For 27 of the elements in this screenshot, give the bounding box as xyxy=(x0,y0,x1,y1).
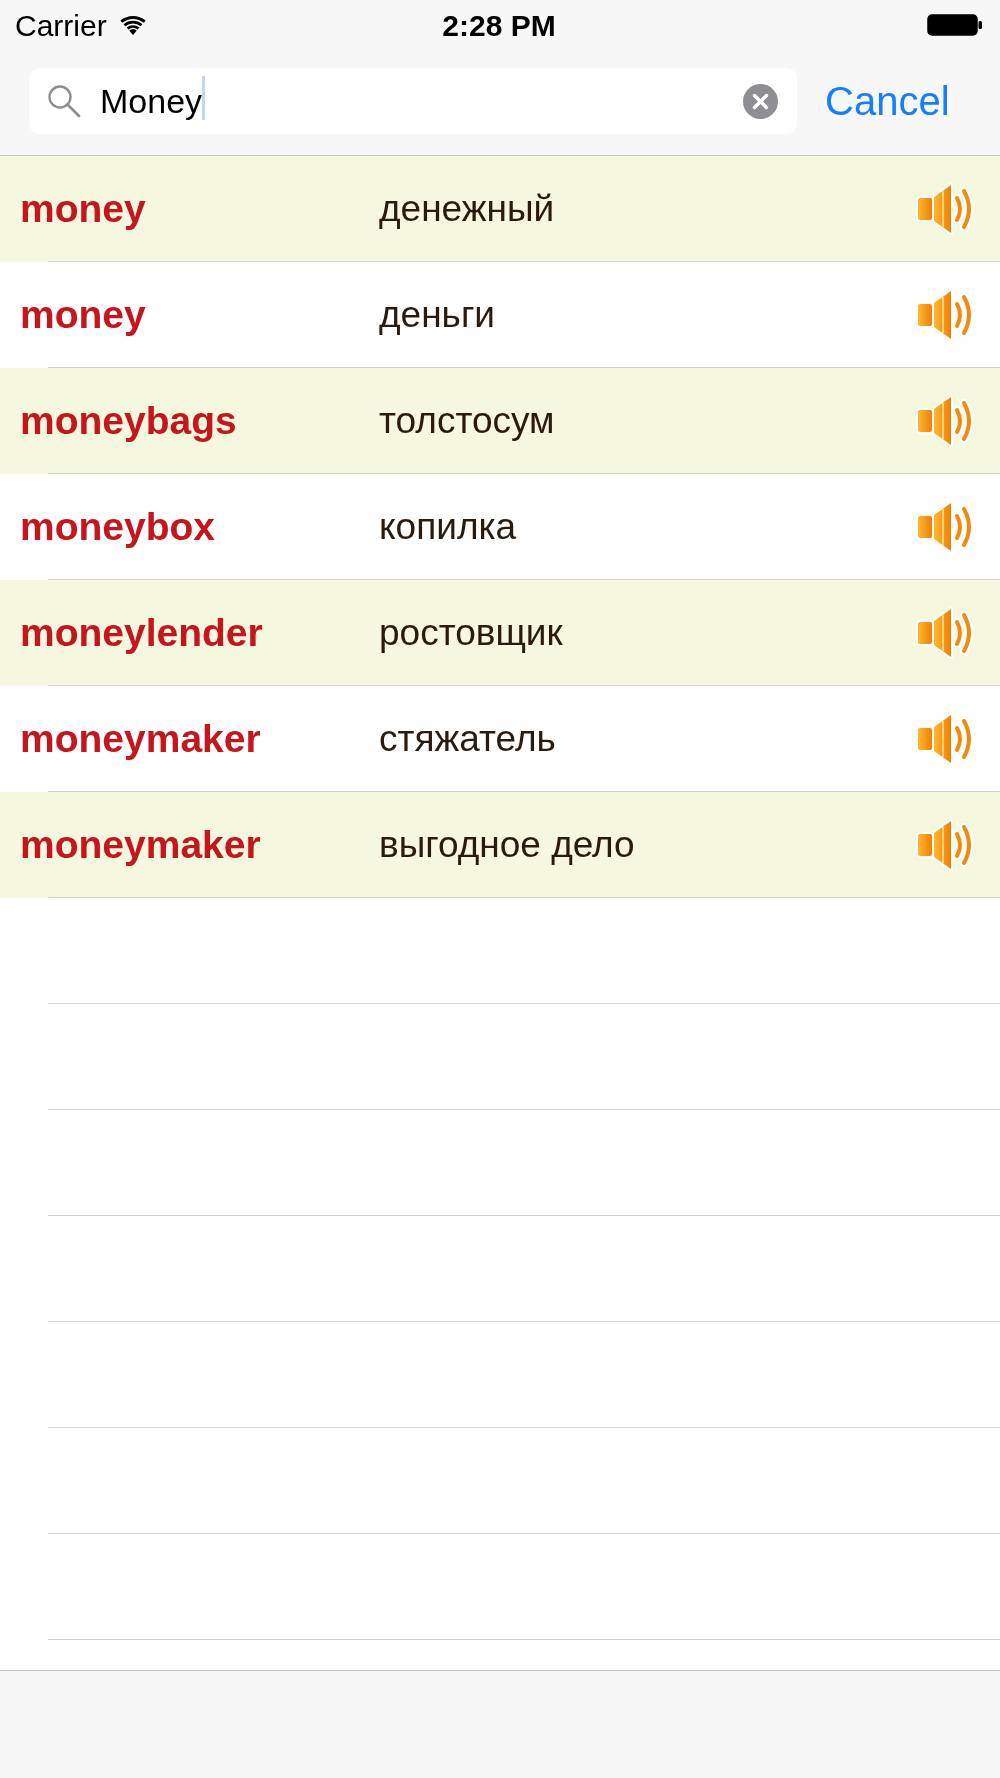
english-word: moneymaker xyxy=(19,821,262,868)
english-word: moneylender xyxy=(19,609,264,656)
russian-translation: стяжатель xyxy=(379,717,557,762)
result-row[interactable]: moneybags толстосум xyxy=(0,368,1000,474)
russian-translation: выгодное дело xyxy=(379,823,636,868)
russian-translation: ростовщик xyxy=(379,611,564,656)
search-text: Money xyxy=(100,84,203,118)
english-word: moneybox xyxy=(19,503,217,550)
russian-translation: денежный xyxy=(379,187,556,232)
wifi-icon xyxy=(118,15,147,35)
english-word: moneymaker xyxy=(19,715,262,762)
cancel-button[interactable]: Cancel xyxy=(825,68,950,134)
search-icon xyxy=(47,84,81,118)
search-field[interactable]: Money xyxy=(29,68,797,134)
russian-translation: толстосум xyxy=(379,399,556,444)
english-word: moneybags xyxy=(19,397,238,444)
english-word: money xyxy=(19,291,147,338)
result-row[interactable]: moneymaker выгодное дело xyxy=(0,792,1000,898)
result-row[interactable]: moneylender ростовщик xyxy=(0,580,1000,686)
battery-icon xyxy=(927,14,983,36)
result-row[interactable]: money денежный xyxy=(0,156,1000,262)
carrier-name: Carrier xyxy=(15,7,107,44)
status-time: 2:28 PM xyxy=(442,7,556,44)
english-word: money xyxy=(19,185,147,232)
clear-icon[interactable] xyxy=(743,83,778,119)
russian-translation: копилка xyxy=(379,505,518,550)
russian-translation: деньги xyxy=(379,293,497,338)
